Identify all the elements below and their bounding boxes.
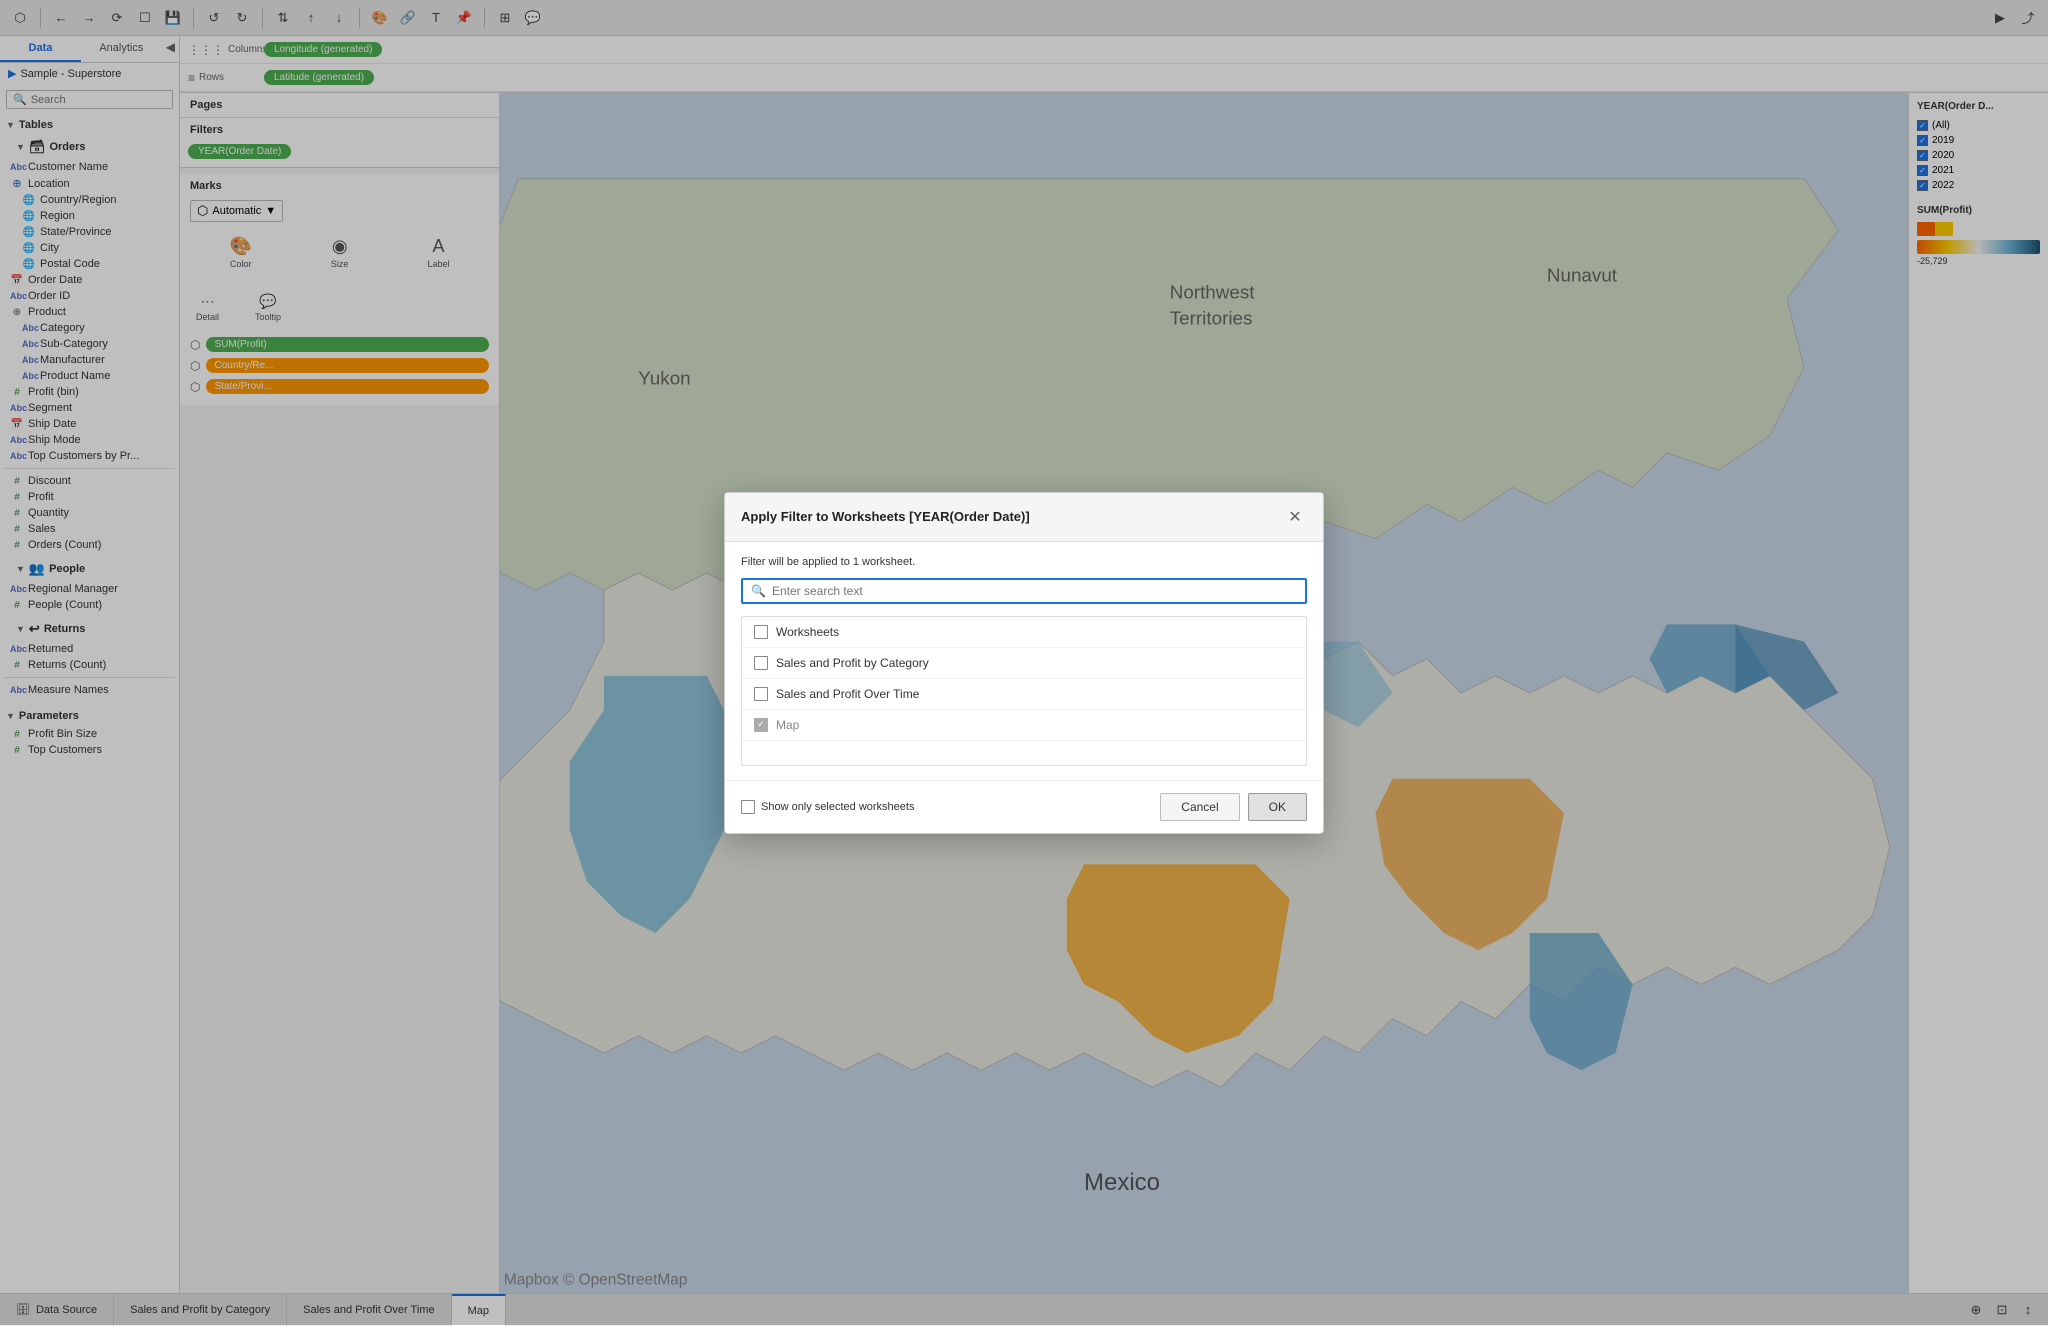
- show-selected-row: Show only selected worksheets: [741, 800, 914, 814]
- worksheet-list: Worksheets Sales and Profit by Category …: [741, 616, 1307, 766]
- worksheet-item-3: ✓ Map: [742, 710, 1306, 741]
- modal-search-icon: 🔍: [751, 584, 766, 598]
- modal-info-text: Filter will be applied to 1 worksheet.: [741, 556, 1307, 568]
- worksheet-item-0[interactable]: Worksheets: [742, 617, 1306, 648]
- worksheet-item-1[interactable]: Sales and Profit by Category: [742, 648, 1306, 679]
- modal-buttons: Cancel OK: [1160, 793, 1307, 821]
- ok-button[interactable]: OK: [1248, 793, 1307, 821]
- modal-search-input[interactable]: [772, 584, 1297, 598]
- ws-checkbox-1[interactable]: [754, 656, 768, 670]
- ws-checkbox-2[interactable]: [754, 687, 768, 701]
- show-selected-checkbox[interactable]: [741, 800, 755, 814]
- modal-close-button[interactable]: ✕: [1283, 505, 1307, 529]
- modal-body: Filter will be applied to 1 worksheet. 🔍…: [725, 542, 1323, 780]
- modal-overlay: Apply Filter to Worksheets [YEAR(Order D…: [0, 0, 2048, 1325]
- ws-label-1: Sales and Profit by Category: [776, 656, 929, 670]
- filter-modal: Apply Filter to Worksheets [YEAR(Order D…: [724, 492, 1324, 834]
- modal-footer: Show only selected worksheets Cancel OK: [725, 780, 1323, 833]
- ws-checkbox-3: ✓: [754, 718, 768, 732]
- ws-label-3: Map: [776, 718, 799, 732]
- ws-label-2: Sales and Profit Over Time: [776, 687, 919, 701]
- ws-checkbox-0[interactable]: [754, 625, 768, 639]
- modal-header: Apply Filter to Worksheets [YEAR(Order D…: [725, 493, 1323, 542]
- modal-search-box[interactable]: 🔍: [741, 578, 1307, 604]
- modal-title: Apply Filter to Worksheets [YEAR(Order D…: [741, 509, 1030, 524]
- show-selected-label: Show only selected worksheets: [761, 801, 914, 813]
- ws-label-0: Worksheets: [776, 625, 839, 639]
- cancel-button[interactable]: Cancel: [1160, 793, 1239, 821]
- worksheet-item-2[interactable]: Sales and Profit Over Time: [742, 679, 1306, 710]
